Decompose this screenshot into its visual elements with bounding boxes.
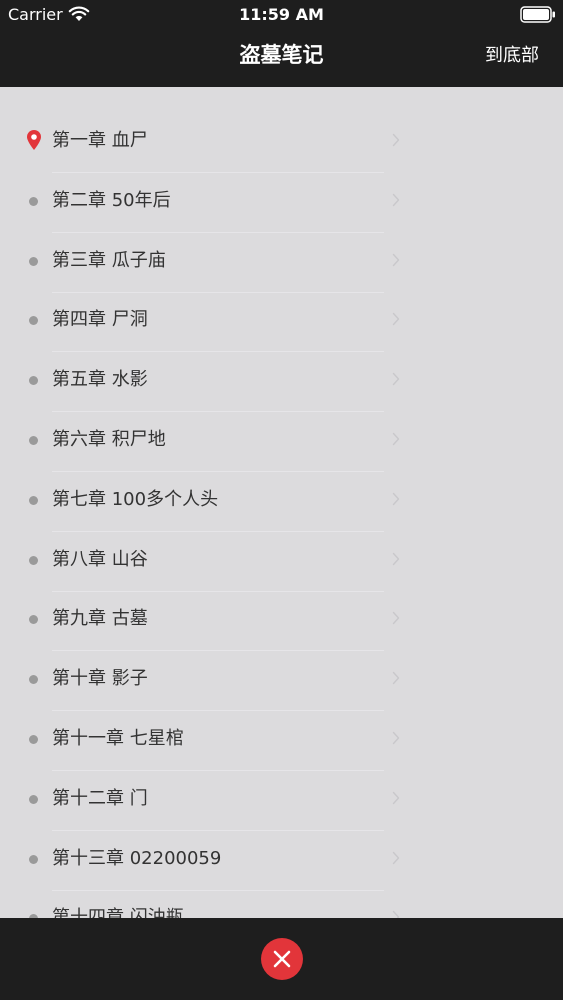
- chapter-label: 第十章 影子: [52, 668, 148, 690]
- chevron-right-icon: [392, 911, 400, 918]
- chapter-row[interactable]: 第十二章 门: [0, 771, 563, 831]
- chevron-right-icon: [392, 253, 400, 266]
- scroll-to-bottom-button[interactable]: 到底部: [485, 42, 539, 70]
- page-title: 盗墓笔记: [239, 43, 324, 67]
- bullet-dot-icon: [29, 794, 38, 804]
- bullet-dot-icon: [29, 256, 38, 266]
- chapter-label: 第十一章 七星棺: [52, 728, 184, 749]
- chapter-label: 第一章 血尸: [52, 130, 148, 151]
- chapter-row[interactable]: 第十四章 闪油瓶: [0, 890, 563, 918]
- bullet-dot-icon: [29, 376, 38, 386]
- chapter-label: 第十三章 02200059: [52, 847, 222, 869]
- bullet-dot-icon: [29, 316, 38, 326]
- chevron-right-icon: [392, 612, 400, 625]
- top-bar: Carrier 11:59 AM 盗墓笔记 到底部: [0, 0, 563, 87]
- bullet-dot-icon: [29, 675, 38, 685]
- chevron-right-icon: [392, 851, 400, 864]
- battery-icon: [520, 6, 555, 23]
- chapter-row[interactable]: 第十一章 七星棺: [0, 711, 563, 771]
- chevron-right-icon: [392, 313, 400, 326]
- chapter-label: 第十二章 门: [52, 787, 148, 809]
- bullet-dot-icon: [29, 436, 38, 445]
- status-time: 11:59 AM: [239, 5, 324, 24]
- chapter-row[interactable]: 第三章 瓜子庙: [0, 233, 563, 293]
- chapter-label: 第三章 瓜子庙: [52, 249, 166, 271]
- chapter-label: 第十四章 闪油瓶: [52, 907, 184, 918]
- chapter-row[interactable]: 第一章 血尸: [0, 113, 563, 173]
- chapter-label: 第九章 古墓: [52, 608, 148, 630]
- chapter-row[interactable]: 第六章 积尸地: [0, 412, 563, 472]
- chapter-row[interactable]: 第五章 水影: [0, 352, 563, 413]
- chapter-label: 第二章 50年后: [52, 189, 171, 211]
- bullet-dot-icon: [29, 615, 38, 625]
- bottom-bar: [0, 918, 563, 1000]
- chevron-right-icon: [392, 731, 400, 745]
- chevron-right-icon: [392, 133, 400, 147]
- bullet-dot-icon: [29, 196, 38, 206]
- chevron-right-icon: [392, 432, 400, 446]
- chapter-row[interactable]: 第八章 山谷: [0, 532, 563, 592]
- bullet-dot-icon: [29, 495, 38, 505]
- chevron-right-icon: [392, 671, 400, 685]
- chapter-row[interactable]: 第十三章 02200059: [0, 831, 563, 891]
- chapter-row[interactable]: 第十章 影子: [0, 651, 563, 712]
- chapter-label: 第八章 山谷: [52, 548, 148, 570]
- chapter-row[interactable]: 第七章 100多个人头: [0, 472, 563, 532]
- close-icon: [273, 950, 291, 968]
- chapter-list[interactable]: 第一章 血尸第二章 50年后 第三章 瓜子庙 第四章 尸洞 第五章 水影 第六章 积尸地…: [0, 87, 563, 918]
- chapter-row[interactable]: 第九章 古墓: [0, 591, 563, 652]
- close-button[interactable]: [261, 938, 303, 980]
- location-pin-icon: [27, 130, 41, 150]
- chapter-label: 第四章 尸洞: [52, 309, 148, 331]
- bullet-dot-icon: [29, 555, 38, 565]
- chapter-row[interactable]: 第四章 尸洞: [0, 292, 563, 353]
- chapter-label: 第七章 100多个人头: [52, 488, 219, 510]
- bullet-dot-icon: [29, 854, 38, 864]
- chevron-right-icon: [392, 552, 400, 565]
- bullet-dot-icon: [29, 735, 38, 744]
- chevron-right-icon: [392, 492, 400, 505]
- chapter-label: 第六章 积尸地: [52, 429, 166, 450]
- chevron-right-icon: [392, 372, 400, 386]
- chevron-right-icon: [392, 791, 400, 804]
- chapter-label: 第五章 水影: [52, 369, 148, 391]
- chapter-row[interactable]: 第二章 50年后: [0, 173, 563, 233]
- chevron-right-icon: [392, 193, 400, 206]
